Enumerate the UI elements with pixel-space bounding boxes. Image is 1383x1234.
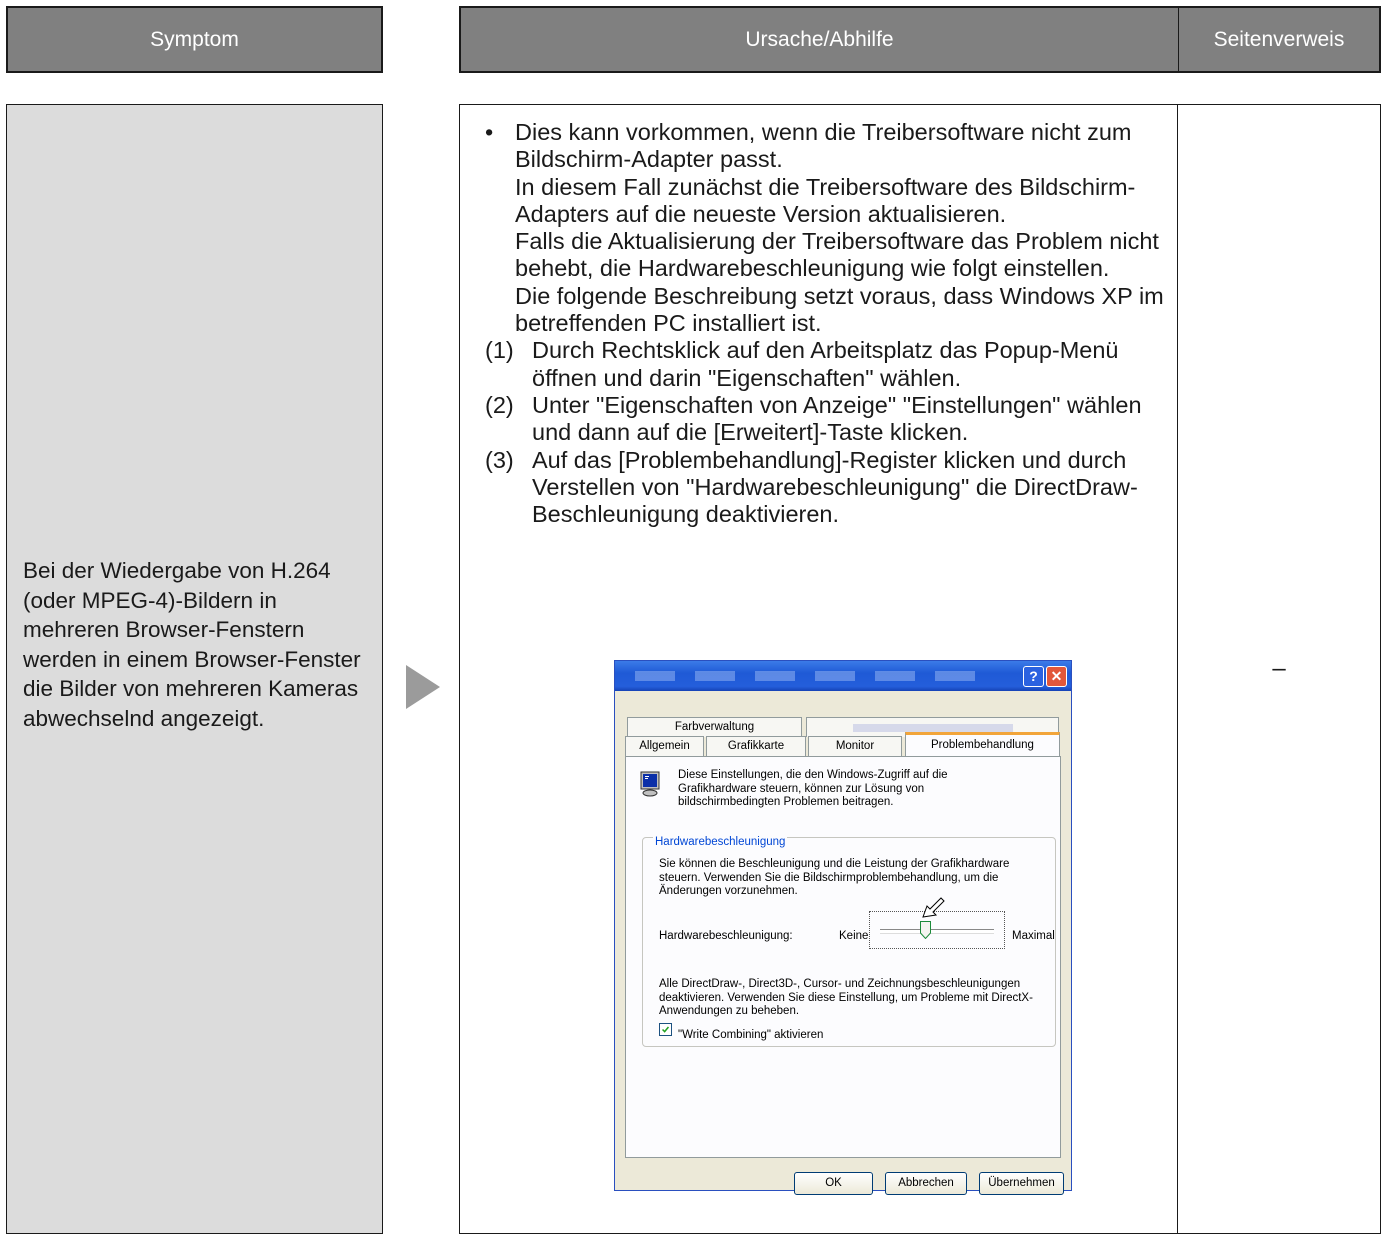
tab-grafikkarte[interactable]: Grafikkarte xyxy=(706,736,806,756)
help-button[interactable]: ? xyxy=(1023,666,1044,687)
blurred-title xyxy=(635,671,975,681)
step-text: Durch Rechtsklick auf den Arbeitsplatz d… xyxy=(532,337,1119,391)
monitor-icon xyxy=(640,771,660,797)
group-title: Hardwarebeschleunigung xyxy=(653,829,788,857)
symptom-text: Bei der Wiedergabe von H.264 (oder MPEG-… xyxy=(23,558,361,731)
cause-cell: – • Dies kann vorkommen, wenn die Treibe… xyxy=(459,104,1381,1234)
cause-header-label: Ursache/Abhilfe xyxy=(745,27,894,51)
step-text: Unter "Eigenschaften von Anzeige" "Einst… xyxy=(532,391,1142,446)
reference-value: – xyxy=(1272,655,1286,682)
step-number: (3) xyxy=(485,446,514,473)
cause-paragraph: In diesem Fall zunächst die Treibersoftw… xyxy=(515,173,1136,227)
tab-panel: Diese Einstellungen, die den Windows-Zug… xyxy=(625,756,1061,1158)
blurred-tab-label xyxy=(852,723,1013,732)
step-text: Auf das [Problembehandlung]-Register kli… xyxy=(532,446,1138,528)
close-button[interactable]: ✕ xyxy=(1046,666,1067,687)
dialog-titlebar: ? ✕ xyxy=(615,661,1071,691)
slider-thumb[interactable] xyxy=(920,921,932,939)
cause-paragraph: Falls die Aktualisierung der Treibersoft… xyxy=(515,228,1159,282)
cause-header: Ursache/Abhilfe xyxy=(461,8,1179,71)
checkbox-label: "Write Combining" aktivieren xyxy=(678,1029,824,1041)
reference-header: Seitenverweis xyxy=(1179,8,1379,71)
tab-problembehandlung[interactable]: Problembehandlung xyxy=(905,732,1060,757)
tab-monitor[interactable]: Monitor xyxy=(808,736,902,756)
symptom-header-label: Symptom xyxy=(150,27,239,51)
write-combining-checkbox[interactable] xyxy=(659,1023,672,1036)
apply-button[interactable]: Übernehmen xyxy=(979,1172,1064,1195)
step-1: (1) Durch Rechtsklick auf den Arbeitsplat… xyxy=(485,337,1175,392)
tab-allgemein[interactable]: Allgemein xyxy=(625,736,704,756)
hardware-acceleration-group: Hardwarebeschleunigung Sie können die Be… xyxy=(642,829,1056,1047)
slider-max-label: Maximal xyxy=(1012,930,1055,942)
display-properties-dialog: ? ✕ Farbverwaltung Allgemein Grafikkarte… xyxy=(614,660,1072,1195)
slider-min-label: Keine xyxy=(839,930,869,942)
cancel-button[interactable]: Abbrechen xyxy=(885,1172,967,1195)
warning-text: Alle DirectDraw-, Direct3D-, Cursor- und… xyxy=(659,978,1033,1017)
group-description: Sie können die Beschleunigung und die Le… xyxy=(659,858,1010,897)
symptom-header: Symptom xyxy=(6,6,383,73)
cursor-arrow-icon xyxy=(922,897,945,918)
symptom-cell: Bei der Wiedergabe von H.264 (oder MPEG-… xyxy=(6,104,383,1234)
step-3: (3) Auf das [Problembehandlung]-Register … xyxy=(485,446,1175,529)
ok-button[interactable]: OK xyxy=(794,1172,873,1195)
bullet-icon: • xyxy=(485,119,494,145)
arrow-right-icon xyxy=(406,665,440,709)
slider-label: Hardwarebeschleunigung: xyxy=(659,930,793,942)
reference-header-label: Seitenverweis xyxy=(1213,27,1345,51)
main-header: Ursache/Abhilfe Seitenverweis xyxy=(459,6,1381,73)
cause-text: • Dies kann vorkommen, wenn die Treibers… xyxy=(485,119,1175,1195)
step-2: (2) Unter "Eigenschaften von Anzeige" "Ei… xyxy=(485,391,1175,447)
cause-paragraph: Dies kann vorkommen, wenn die Treibersof… xyxy=(515,119,1132,173)
slider-track xyxy=(880,929,994,934)
intro-text: Diese Einstellungen, die den Windows-Zug… xyxy=(678,769,948,808)
step-number: (1) xyxy=(485,337,514,364)
cause-paragraph: Die folgende Beschreibung setzt voraus, … xyxy=(515,282,1164,337)
step-number: (2) xyxy=(485,391,514,418)
